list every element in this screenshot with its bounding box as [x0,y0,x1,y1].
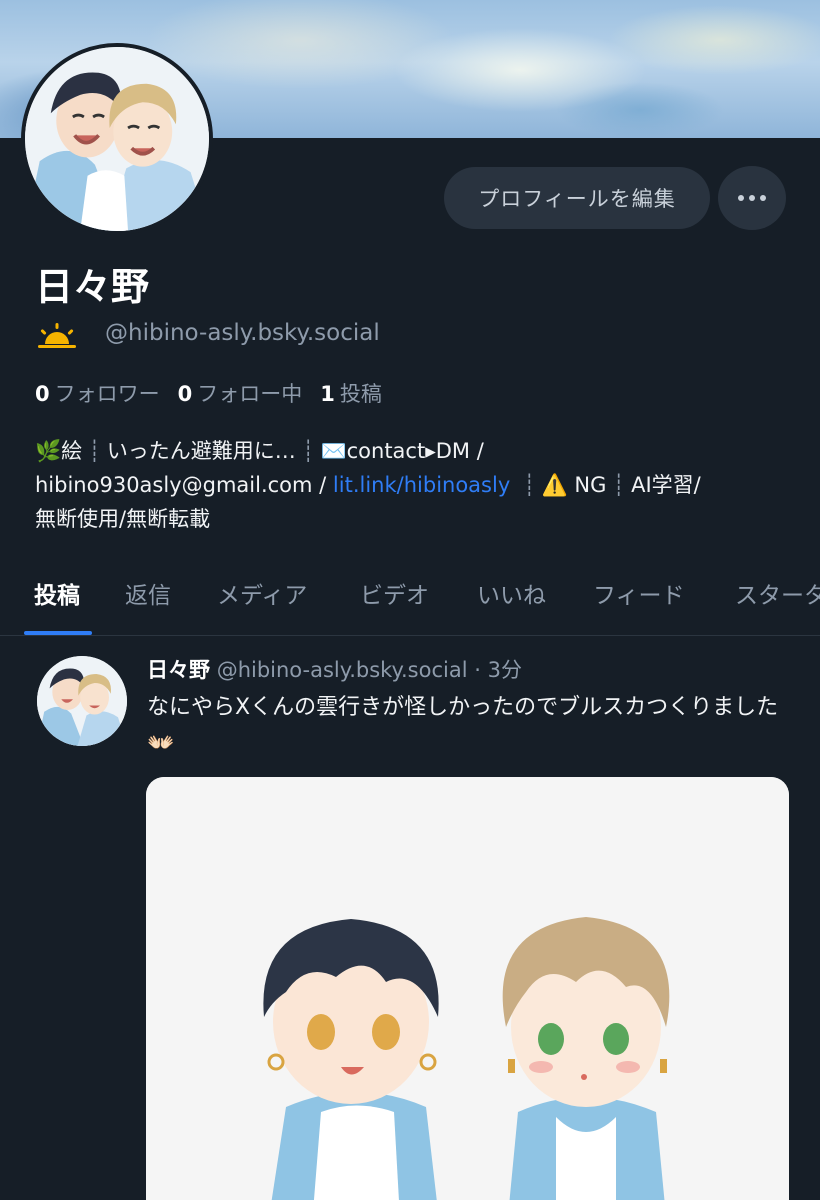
post-timestamp[interactable]: 3分 [488,658,522,682]
bio-text: ⚠️ NG [541,473,607,497]
bio-separator: ┊ [301,439,315,463]
followers-count: 0 [35,382,50,406]
following-label: フォロー中 [197,382,303,406]
posts-label: 投稿 [339,382,382,406]
active-tab-indicator [24,631,92,635]
bio-separator: ┊ [88,439,101,463]
sunrise-icon [38,323,76,348]
profile-stats: 0 フォロワー 0 フォロー中 1 投稿 [35,378,400,408]
bio-text: いったん避難用に… [106,439,296,463]
more-dot [749,195,755,201]
tab-likes[interactable]: いいね [477,576,546,610]
posts-stat: 1 投稿 [320,378,382,408]
post-image[interactable] [146,777,789,1200]
profile-bio: 🌿絵 ┊ いったん避難用に… ┊ ✉️contact▸DM / hibino930asl… [35,434,795,536]
more-options-button[interactable] [718,166,786,230]
tab-video[interactable]: ビデオ [360,576,429,610]
followers-label: フォロワー [54,382,160,406]
more-dot [760,195,766,201]
avatar-illustration [25,47,209,231]
bio-separator: ┊ [612,473,626,497]
tab-starter-packs[interactable]: スターター [735,576,820,610]
tab-feeds[interactable]: フィード [593,576,685,610]
post-header: 日々野 @hibino-asly.bsky.social · 3分 [147,654,522,684]
bio-email: hibino930asly@gmail.com / [35,473,327,497]
display-name: 日々野 [35,265,150,309]
profile-avatar[interactable] [21,43,213,235]
post-author-name[interactable]: 日々野 [147,658,210,682]
post-author-handle[interactable]: @hibino-asly.bsky.social [217,658,468,682]
post-meta-separator: · [467,658,488,682]
avatar-illustration [37,656,127,746]
post-text: なにやらXくんの雲行きが怪しかったのでブルスカつくりました👐🏻 [147,695,779,756]
followers-stat[interactable]: 0 フォロワー [35,378,160,408]
bio-separator: ┊ [522,473,536,497]
bio-text: 無断使用/無断転載 [35,507,211,531]
profile-tabs: 投稿 返信 メディア ビデオ いいね フィード スターター [0,560,820,636]
profile-handle: @hibino-asly.bsky.social [105,320,380,346]
edit-profile-button[interactable]: プロフィールを編集 [444,167,710,229]
bio-text: ✉️contact▸DM / [320,439,484,463]
following-stat[interactable]: 0 フォロー中 [178,378,303,408]
post-author-avatar[interactable] [37,656,127,746]
tab-posts[interactable]: 投稿 [34,576,80,610]
illustration-two-chibi-characters [146,777,789,1200]
following-count: 0 [177,382,193,406]
bio-text: AI学習/ [631,473,701,497]
bio-link[interactable]: lit.link/hibinoasly [333,473,510,497]
more-options-icon [738,195,744,201]
posts-count: 1 [320,382,335,406]
tab-replies[interactable]: 返信 [125,576,171,610]
tab-media[interactable]: メディア [217,576,307,610]
bio-text: 🌿絵 [35,439,83,463]
